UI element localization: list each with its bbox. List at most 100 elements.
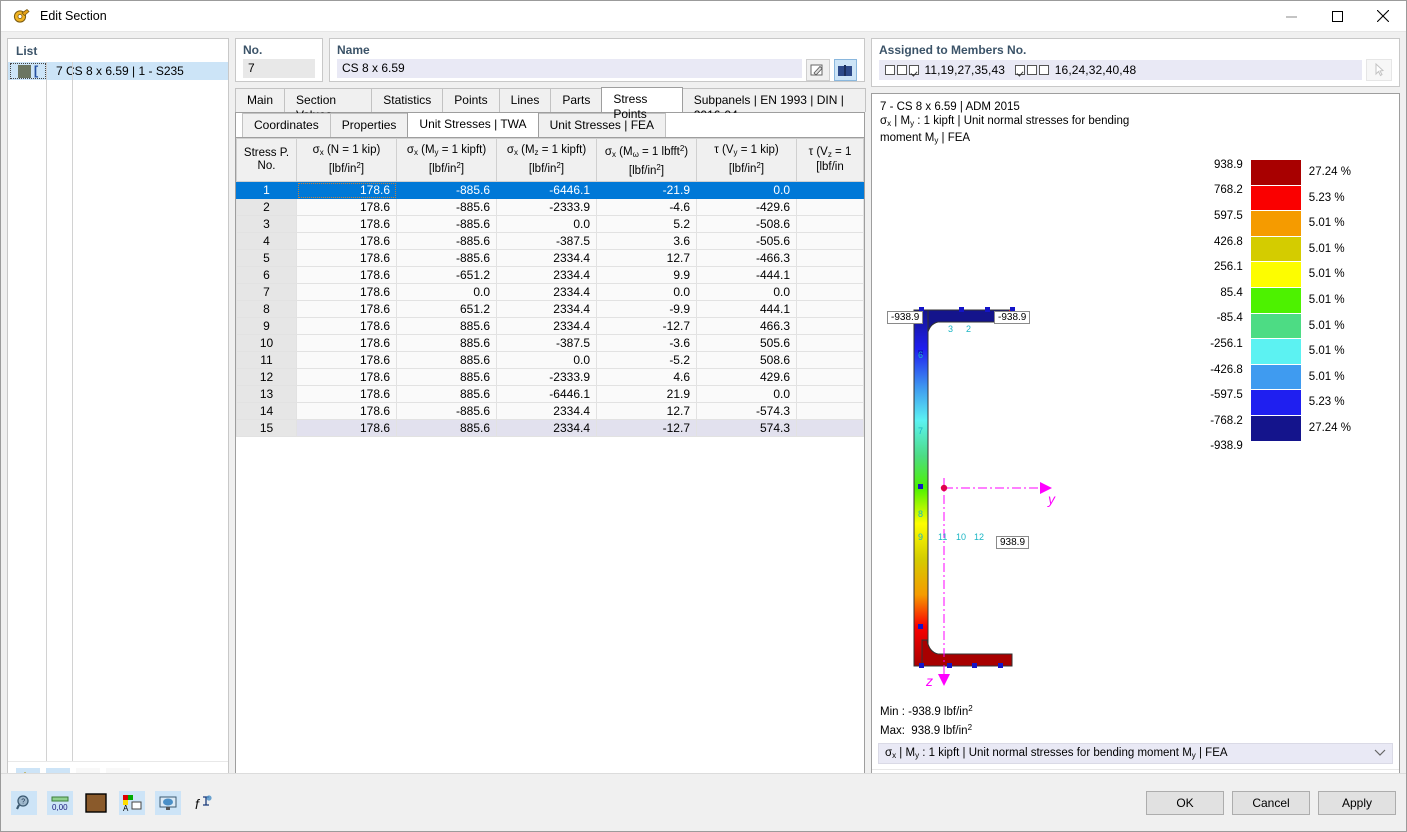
table-cell[interactable]: 2334.4: [496, 266, 597, 284]
table-cell[interactable]: [796, 232, 864, 250]
table-cell[interactable]: -885.6: [396, 232, 497, 250]
row-number-cell[interactable]: 10: [236, 334, 297, 352]
table-cell[interactable]: 4.6: [596, 368, 697, 386]
table-row[interactable]: 7 178.6 0.0 2334.4 0.0 0.0: [236, 283, 864, 301]
formula-icon[interactable]: f: [191, 791, 217, 815]
table-row[interactable]: 6 178.6 -651.2 2334.4 9.9 -444.1: [236, 266, 864, 284]
table-row[interactable]: 11 178.6 885.6 0.0 -5.2 508.6: [236, 351, 864, 369]
table-cell[interactable]: -4.6: [596, 198, 697, 216]
table-cell[interactable]: [796, 300, 864, 318]
table-cell[interactable]: 178.6: [296, 198, 397, 216]
color-swatch-icon[interactable]: [83, 791, 109, 815]
member-checkbox-1[interactable]: [885, 65, 895, 75]
table-cell[interactable]: 2334.4: [496, 402, 597, 420]
graphics-canvas[interactable]: y z 3 2 6 7 8 9 11 10 12 -938.9 -938.9 9…: [872, 148, 1399, 701]
table-row[interactable]: 8 178.6 651.2 2334.4 -9.9 444.1: [236, 300, 864, 318]
row-number-cell[interactable]: 2: [236, 198, 297, 216]
table-cell[interactable]: 178.6: [296, 419, 397, 437]
table-cell[interactable]: 12.7: [596, 402, 697, 420]
table-cell[interactable]: -2333.9: [496, 368, 597, 386]
table-cell[interactable]: 885.6: [396, 368, 497, 386]
table-row[interactable]: 13 178.6 885.6 -6446.1 21.9 0.0: [236, 385, 864, 403]
table-cell[interactable]: [796, 368, 864, 386]
table-row[interactable]: 5 178.6 -885.6 2334.4 12.7 -466.3: [236, 249, 864, 267]
table-cell[interactable]: -2333.9: [496, 198, 597, 216]
minimize-button[interactable]: [1268, 1, 1314, 32]
table-cell[interactable]: -885.6: [396, 215, 497, 233]
table-cell[interactable]: [796, 385, 864, 403]
stress-type-combo[interactable]: σx | My : 1 kipft | Unit normal stresses…: [878, 743, 1393, 764]
table-cell[interactable]: 3.6: [596, 232, 697, 250]
table-row[interactable]: 10 178.6 885.6 -387.5 -3.6 505.6: [236, 334, 864, 352]
table-cell[interactable]: [796, 249, 864, 267]
table-cell[interactable]: -3.6: [596, 334, 697, 352]
list-item[interactable]: [ 7 CS 8 x 6.59 | 1 - S235: [8, 62, 228, 80]
book-library-icon[interactable]: [833, 59, 857, 81]
row-number-cell[interactable]: 5: [236, 249, 297, 267]
table-cell[interactable]: 0.0: [496, 215, 597, 233]
stress-points-table[interactable]: Stress P. No. σx (N = 1 kip) [lbf/in2] σx (M…: [236, 138, 864, 437]
table-row[interactable]: 15 178.6 885.6 2334.4 -12.7 574.3: [236, 419, 864, 437]
tab-statistics[interactable]: Statistics: [371, 88, 444, 112]
table-cell[interactable]: 178.6: [296, 300, 397, 318]
table-cell[interactable]: 178.6: [296, 181, 397, 199]
row-number-cell[interactable]: 1: [236, 181, 297, 199]
table-cell[interactable]: 178.6: [296, 368, 397, 386]
section-name-input[interactable]: [337, 59, 803, 78]
table-cell[interactable]: 0.0: [696, 181, 797, 199]
tab-stress-points[interactable]: Stress Points: [601, 87, 683, 121]
pencil-edit-icon[interactable]: [806, 59, 830, 81]
member-checkbox-4[interactable]: [1015, 65, 1026, 75]
table-row[interactable]: 14 178.6 -885.6 2334.4 12.7 -574.3: [236, 402, 864, 420]
table-row[interactable]: 9 178.6 885.6 2334.4 -12.7 466.3: [236, 317, 864, 335]
table-cell[interactable]: -5.2: [596, 351, 697, 369]
table-cell[interactable]: 178.6: [296, 334, 397, 352]
table-row[interactable]: 12 178.6 885.6 -2333.9 4.6 429.6: [236, 368, 864, 386]
row-number-cell[interactable]: 12: [236, 368, 297, 386]
table-cell[interactable]: 2334.4: [496, 317, 597, 335]
table-cell[interactable]: 178.6: [296, 385, 397, 403]
row-number-cell[interactable]: 4: [236, 232, 297, 250]
table-row[interactable]: 1 178.6 -885.6 -6446.1 -21.9 0.0: [236, 181, 864, 199]
table-cell[interactable]: 178.6: [296, 215, 397, 233]
table-cell[interactable]: -12.7: [596, 317, 697, 335]
table-cell[interactable]: -387.5: [496, 334, 597, 352]
table-cell[interactable]: [796, 215, 864, 233]
table-cell[interactable]: -885.6: [396, 402, 497, 420]
table-cell[interactable]: 2334.4: [496, 419, 597, 437]
table-cell[interactable]: [796, 351, 864, 369]
table-cell[interactable]: -885.6: [396, 249, 497, 267]
row-number-cell[interactable]: 6: [236, 266, 297, 284]
section-list[interactable]: [ 7 CS 8 x 6.59 | 1 - S235: [8, 62, 228, 761]
table-cell[interactable]: 0.0: [496, 351, 597, 369]
table-cell[interactable]: 5.2: [596, 215, 697, 233]
table-row[interactable]: 2 178.6 -885.6 -2333.9 -4.6 -429.6: [236, 198, 864, 216]
tab-points[interactable]: Points: [442, 88, 500, 112]
table-cell[interactable]: -508.6: [696, 215, 797, 233]
row-number-cell[interactable]: 13: [236, 385, 297, 403]
table-cell[interactable]: 2334.4: [496, 249, 597, 267]
table-cell[interactable]: 574.3: [696, 419, 797, 437]
table-cell[interactable]: 885.6: [396, 334, 497, 352]
table-cell[interactable]: -12.7: [596, 419, 697, 437]
table-cell[interactable]: -429.6: [696, 198, 797, 216]
table-cell[interactable]: 885.6: [396, 385, 497, 403]
table-cell[interactable]: -885.6: [396, 198, 497, 216]
table-cell[interactable]: [796, 283, 864, 301]
column-header-6[interactable]: τ (Vz = 1 [lbf/in: [796, 138, 864, 182]
row-number-cell[interactable]: 7: [236, 283, 297, 301]
table-cell[interactable]: 9.9: [596, 266, 697, 284]
chevron-down-icon[interactable]: [1374, 748, 1386, 760]
table-cell[interactable]: -9.9: [596, 300, 697, 318]
row-number-cell[interactable]: 15: [236, 419, 297, 437]
column-header-0[interactable]: Stress P. No.: [236, 138, 297, 182]
table-cell[interactable]: -6446.1: [496, 385, 597, 403]
table-cell[interactable]: [796, 402, 864, 420]
table-cell[interactable]: 885.6: [396, 419, 497, 437]
tab-coordinates[interactable]: Coordinates: [242, 113, 331, 137]
annotation-icon[interactable]: A: [119, 790, 145, 815]
table-cell[interactable]: 0.0: [696, 385, 797, 403]
table-cell[interactable]: 2334.4: [496, 283, 597, 301]
table-cell[interactable]: -6446.1: [496, 181, 597, 199]
table-cell[interactable]: -444.1: [696, 266, 797, 284]
